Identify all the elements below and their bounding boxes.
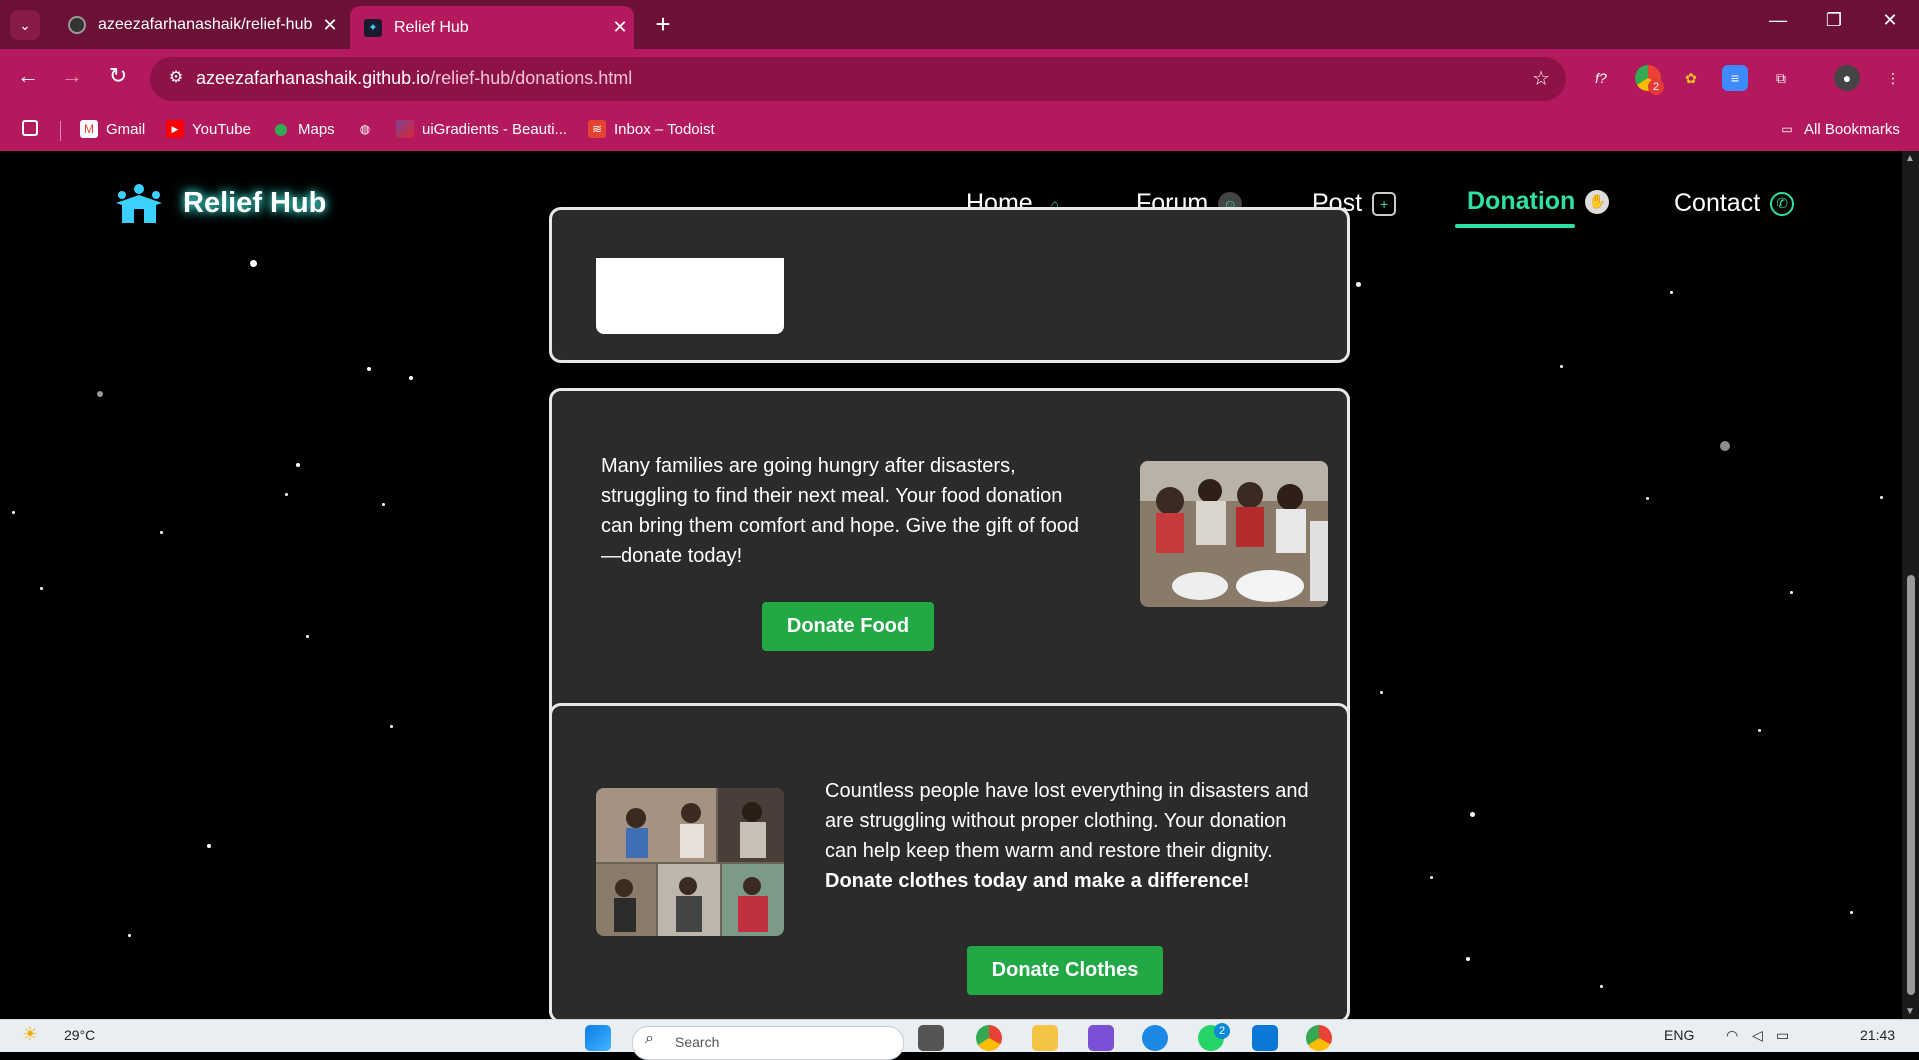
uigradients-icon [396,120,414,138]
donate-food-button[interactable]: Donate Food [762,602,934,651]
profile-avatar[interactable]: ● [1834,65,1860,91]
formula-extension-icon[interactable]: f? [1588,65,1614,91]
page-viewport: Relief Hub Home ⌂ Forum ☺ Post + Donatio… [0,151,1902,1019]
scroll-down-icon[interactable]: ▼ [1905,1006,1915,1017]
reload-icon[interactable]: ↻ [102,63,134,89]
forward-icon[interactable]: → [56,63,88,89]
windows-taskbar: ☀ 29°C ⌕ Search 2 ENG ◠ ◁ ▭ 21:43 [0,1019,1919,1060]
menu-kebab-icon[interactable]: ⋮ [1880,65,1906,91]
relief-hub-favicon-icon: ✦ [364,18,382,37]
gmail-icon: M [80,120,98,138]
clothes-text-regular: Countless people have lost everything in… [825,780,1309,862]
tab-search-dropdown-icon[interactable]: ⌄ [10,10,40,40]
clothes-donation-text: Countless people have lost everything in… [825,776,1315,896]
food-donation-photo [1140,461,1328,607]
wifi-icon[interactable]: ◠ [1726,1027,1738,1044]
clothes-text-bold: Donate clothes today and make a differen… [825,870,1250,892]
tab-github[interactable]: azeezafarhanashaik/relief-hub ✕ [54,7,344,43]
active-nav-underline [1455,224,1575,228]
task-view-icon[interactable] [918,1025,944,1051]
new-tab-icon[interactable]: + [648,9,678,40]
folder-icon: ▭ [1781,122,1793,136]
food-donation-text: Many families are going hungry after dis… [601,455,1080,567]
taskbar-search[interactable]: ⌕ Search [632,1026,904,1060]
nav-contact[interactable]: Contact ✆ [1674,189,1795,218]
site-logo-text[interactable]: Relief Hub [183,187,326,220]
bookmark-gmail[interactable]: M Gmail [80,120,145,138]
restore-icon[interactable]: ❐ [1814,10,1854,31]
chrome-active-icon[interactable] [1306,1025,1332,1051]
vscode-icon[interactable] [1252,1025,1278,1051]
clothes-donation-card: Countless people have lost everything in… [549,703,1350,1019]
search-placeholder: Search [675,1034,720,1050]
relief-hub-logo-icon[interactable] [114,181,164,225]
chrome-taskbar-icon[interactable] [976,1025,1002,1051]
github-icon [68,16,86,34]
bookmark-star-icon[interactable]: ☆ [1532,66,1550,91]
bookmark-globe[interactable]: ◍ [356,120,382,138]
weather-temp[interactable]: 29°C [64,1027,95,1043]
extension-badge: 2 [1648,79,1664,95]
bookmark-uigradients[interactable]: uiGradients - Beauti... [396,120,567,138]
back-icon[interactable]: ← [12,63,44,89]
nav-label: Contact [1674,189,1761,217]
donate-clothes-button[interactable]: Donate Clothes [967,946,1163,995]
todoist-icon: ≋ [588,120,606,138]
site-info-icon[interactable]: ⚙ [164,67,188,91]
bookmarks-bar: M Gmail ▶ YouTube ⬤ Maps ◍ uiGradients - Be… [0,109,1919,152]
bookmark-youtube[interactable]: ▶ YouTube [166,120,251,138]
clothes-donation-photo [596,788,784,936]
tab-title: azeezafarhanashaik/relief-hub [98,16,313,33]
battery-icon[interactable]: ▭ [1776,1027,1789,1044]
whatsapp-badge: 2 [1214,1023,1230,1039]
minimize-icon[interactable]: — [1758,10,1798,31]
extensions-icon[interactable]: ⧉ [1768,65,1794,91]
close-window-icon[interactable]: ✕ [1870,10,1910,31]
scrollbar-thumb[interactable] [1907,575,1915,995]
search-icon: ⌕ [645,1030,654,1047]
donation-card-partial [549,207,1350,363]
scroll-up-icon[interactable]: ▲ [1905,153,1915,164]
nav-donation[interactable]: Donation ✋ [1467,187,1610,216]
weather-icon[interactable]: ☀ [22,1024,38,1045]
extension-puzzle-yellow-icon[interactable]: ✿ [1678,65,1704,91]
all-bookmarks[interactable]: ▭ All Bookmarks [1778,120,1900,138]
edge-icon[interactable] [1142,1025,1168,1051]
volume-icon[interactable]: ◁ [1752,1027,1763,1044]
bookmark-todoist[interactable]: ≋ Inbox – Todoist [588,120,715,138]
phone-icon: ✆ [1770,191,1795,216]
apps-grid-icon[interactable] [22,120,46,136]
nav-label: Donation [1467,187,1576,215]
windows-start-icon[interactable] [585,1025,611,1051]
extension-docs-icon[interactable]: ≡ [1722,65,1748,91]
maps-pin-icon: ⬤ [274,122,288,136]
post-add-icon: + [1372,191,1397,216]
file-explorer-icon[interactable] [1032,1025,1058,1051]
donation-hand-icon: ✋ [1585,189,1610,214]
clock-time[interactable]: 21:43 [1860,1027,1895,1043]
close-tab-icon[interactable]: ✕ [606,17,634,38]
close-tab-icon[interactable]: ✕ [316,15,344,36]
tab-title: Relief Hub [394,18,469,36]
browser-tab-bar: ⌄ azeezafarhanashaik/relief-hub ✕ ✦ Reli… [0,0,1919,49]
url-text[interactable]: azeezafarhanashaik.github.io/relief-hub/… [196,68,632,89]
bookmark-maps[interactable]: ⬤ Maps [272,120,334,138]
browser-toolbar: ← → ↻ ⚙ azeezafarhanashaik.github.io/rel… [0,49,1919,109]
app-icon-purple[interactable] [1088,1025,1114,1051]
globe-icon: ◍ [359,122,371,136]
divider [60,121,61,141]
tab-relief-hub[interactable]: ✦ Relief Hub ✕ [350,6,634,49]
page-scrollbar[interactable]: ▲ ▼ [1902,151,1919,1019]
language-indicator[interactable]: ENG [1664,1027,1694,1043]
donation-image-partial [596,258,784,334]
address-bar[interactable]: ⚙ azeezafarhanashaik.github.io/relief-hu… [150,57,1566,101]
youtube-icon: ▶ [166,120,184,138]
